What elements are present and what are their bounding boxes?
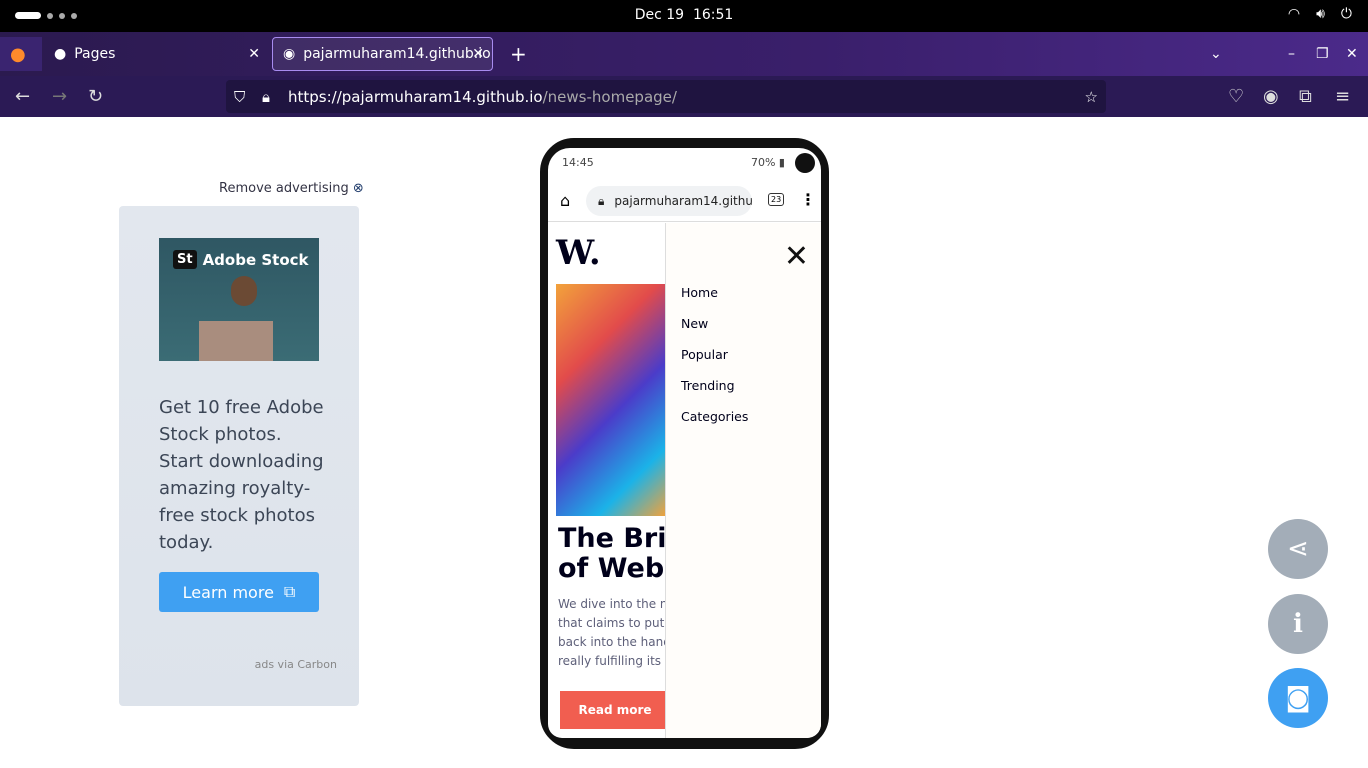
- nav-bar: ← → ↻ ⛉ 🔒︎ https://pajarmuharam14.github…: [0, 76, 1368, 117]
- ads-via-carbon[interactable]: ads via Carbon: [255, 658, 337, 671]
- wifi-icon[interactable]: ◠: [1288, 6, 1300, 22]
- home-icon[interactable]: ⌂: [560, 191, 570, 210]
- remove-advertising-link[interactable]: Remove advertising ⊗: [219, 181, 364, 196]
- back-icon[interactable]: ←: [15, 86, 30, 107]
- bookmark-star-icon[interactable]: ☆: [1085, 88, 1098, 106]
- tab-list-icon[interactable]: ⌄: [1200, 37, 1232, 71]
- ad-image[interactable]: St Adobe Stock: [159, 238, 319, 361]
- external-link-icon: ⧉: [283, 582, 296, 601]
- phone-mockup: 14:45 70% ▮ ⌂ 🔒︎ pajarmuharam14.githu 23 ⋮…: [540, 138, 829, 749]
- menu-item-new[interactable]: New: [681, 316, 748, 347]
- lock-icon[interactable]: 🔒︎: [262, 88, 270, 106]
- site-logo[interactable]: W.: [556, 233, 601, 273]
- clock[interactable]: Dec 19 16:51: [0, 7, 1368, 23]
- extensions-icon[interactable]: ⧉: [1299, 86, 1312, 107]
- volume-icon[interactable]: 🔊︎: [1316, 6, 1325, 22]
- site-icon: ◉: [283, 46, 296, 62]
- close-circle-icon: ⊗: [352, 181, 364, 196]
- menu-item-home[interactable]: Home: [681, 285, 748, 316]
- news-page: W. The Brig of Web 3 We dive into the ne t…: [548, 223, 821, 738]
- forward-icon[interactable]: →: [52, 86, 67, 107]
- pocket-icon[interactable]: ♡: [1228, 86, 1244, 107]
- tab-news-homepage[interactable]: ◉ pajarmuharam14.github.io ✕: [272, 37, 493, 71]
- shield-icon[interactable]: ⛉: [234, 88, 245, 106]
- info-icon[interactable]: ℹ: [1268, 594, 1328, 654]
- menu-item-trending[interactable]: Trending: [681, 378, 748, 409]
- close-window-button[interactable]: ✕: [1336, 37, 1368, 71]
- ad-text[interactable]: Get 10 free Adobe Stock photos. Start do…: [159, 394, 324, 556]
- menu-item-popular[interactable]: Popular: [681, 347, 748, 378]
- minimize-button[interactable]: –: [1278, 37, 1305, 71]
- mobile-browser-toolbar: ⌂ 🔒︎ pajarmuharam14.githu 23 ⋮: [548, 182, 821, 222]
- hero-image: [556, 284, 666, 516]
- url-bar[interactable]: ⛉ 🔒︎ https://pajarmuharam14.github.io/ne…: [226, 80, 1106, 113]
- tab-bar: ● ● Pages ✕ ◉ pajarmuharam14.github.io ✕ + ⌄…: [0, 32, 1368, 76]
- account-icon[interactable]: ◉: [1263, 86, 1279, 107]
- system-top-bar: Dec 19 16:51 ◠ 🔊︎ ⏻: [0, 0, 1368, 32]
- lock-icon: 🔒︎: [598, 193, 605, 208]
- firefox-icon[interactable]: ●: [0, 37, 42, 71]
- article-description: We dive into the ne that claims to put tb…: [558, 597, 675, 668]
- more-icon[interactable]: ⋮: [800, 190, 816, 209]
- tab-count[interactable]: 23: [768, 193, 785, 206]
- power-icon[interactable]: ⏻: [1341, 6, 1352, 22]
- menu-icon[interactable]: ≡: [1335, 86, 1350, 107]
- carbon-ad[interactable]: St Adobe Stock Get 10 free Adobe Stock ph…: [119, 206, 359, 706]
- restore-button[interactable]: ❐: [1306, 37, 1339, 71]
- tab-pages[interactable]: ● Pages ✕: [44, 37, 268, 71]
- learn-more-button[interactable]: Learn more ⧉: [159, 572, 319, 612]
- close-tab-icon[interactable]: ✕: [248, 46, 260, 62]
- mobile-url-bar[interactable]: 🔒︎ pajarmuharam14.githu: [586, 186, 752, 216]
- new-tab-button[interactable]: +: [500, 37, 537, 71]
- phone-status-bar: 14:45 70% ▮: [562, 153, 815, 173]
- menu-item-categories[interactable]: Categories: [681, 409, 748, 440]
- github-icon: ●: [54, 46, 67, 62]
- share-icon[interactable]: ⋖: [1268, 519, 1328, 579]
- close-menu-icon[interactable]: ✕: [784, 239, 809, 274]
- reload-icon[interactable]: ↻: [88, 86, 103, 107]
- mobile-nav-menu: ✕ Home New Popular Trending Categories: [665, 223, 821, 738]
- camera-icon[interactable]: ◙: [1268, 668, 1328, 728]
- close-tab-icon[interactable]: ✕: [472, 46, 484, 62]
